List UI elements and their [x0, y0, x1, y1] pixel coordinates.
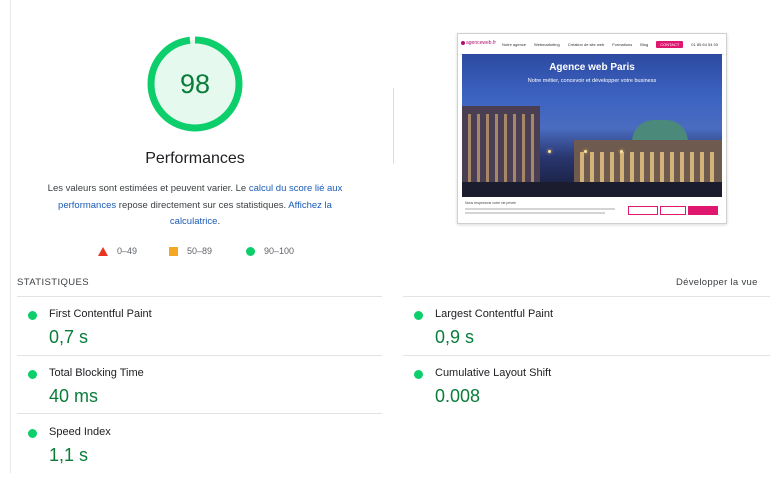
legend-range: 0–49: [117, 246, 138, 256]
preview-text-line: [465, 208, 615, 210]
legend-range: 90–100: [264, 246, 295, 256]
metric-name: Cumulative Layout Shift: [435, 367, 552, 379]
legend-item-average: 50–89: [169, 244, 212, 258]
status-good-icon: [28, 429, 37, 438]
metric-speed-index: Speed Index 1,1 s: [28, 425, 368, 483]
gauge-title: Performances: [145, 150, 245, 167]
vertical-divider: [393, 88, 394, 164]
preview-logo: agenceweb.fr: [466, 40, 497, 46]
preview-nav: Notre agence Webmarketing Création de si…: [502, 41, 718, 48]
metric-name: Largest Contentful Paint: [435, 308, 554, 320]
preview-cookie-accept-button: [688, 206, 718, 215]
expand-view-toggle[interactable]: Développer la vue: [676, 277, 758, 288]
left-panel-edge: [0, 0, 11, 473]
metric-cumulative-layout-shift: Cumulative Layout Shift 0.008: [414, 366, 754, 424]
page-screenshot-preview[interactable]: agenceweb.fr Notre agence Webmarketing C…: [457, 33, 727, 224]
metric-value: 1,1 s: [49, 445, 89, 465]
metric-value: 0.008: [435, 386, 481, 406]
preview-opera-dome: [632, 120, 688, 142]
stats-heading: STATISTIQUES: [17, 277, 90, 288]
preview-cookie-button: [628, 206, 658, 215]
preview-hero-image: Agence web Paris Notre métier, concevoir…: [462, 54, 722, 197]
preview-text-line: [465, 212, 605, 214]
status-good-icon: [28, 311, 37, 320]
preview-nav-item: Blog: [640, 42, 649, 47]
preview-hero-subtitle: Notre métier, concevoir et développer vo…: [527, 78, 657, 84]
metric-largest-contentful-paint: Largest Contentful Paint 0,9 s: [414, 307, 754, 365]
street-lamp: [620, 150, 623, 153]
divider: [403, 296, 770, 297]
preview-nav-item: Formations: [612, 42, 633, 47]
metric-total-blocking-time: Total Blocking Time 40 ms: [28, 366, 368, 424]
status-good-icon: [414, 311, 423, 320]
preview-nav-item: Webmarketing: [534, 42, 560, 47]
preview-cookie-banner: Nous respectons votre vie privée: [458, 197, 726, 223]
metric-value: 40 ms: [49, 386, 99, 406]
metric-value: 0,9 s: [435, 327, 475, 347]
desc-text-2: repose directement sur ces statistiques.: [116, 199, 289, 211]
metric-name: Total Blocking Time: [49, 367, 144, 379]
score-description: Les valeurs sont estimées et peuvent var…: [45, 181, 345, 231]
triangle-icon: [98, 246, 108, 256]
street-lamp: [548, 150, 551, 153]
metric-name: Speed Index: [49, 426, 111, 438]
legend-item-pass: 90–100: [246, 244, 294, 258]
circle-icon: [246, 246, 255, 256]
preview-phone: 01 85 64 54 93: [691, 42, 718, 47]
status-good-icon: [28, 370, 37, 379]
divider: [17, 296, 382, 297]
preview-hero-title: Agence web Paris: [549, 62, 635, 73]
metric-first-contentful-paint: First Contentful Paint 0,7 s: [28, 307, 368, 365]
preview-header: agenceweb.fr Notre agence Webmarketing C…: [458, 34, 726, 55]
preview-street: [462, 182, 722, 197]
metric-name: First Contentful Paint: [49, 308, 152, 320]
legend-range: 50–89: [187, 246, 213, 256]
performance-gauge[interactable]: 98: [145, 34, 245, 134]
performance-score: 98: [179, 69, 211, 99]
preview-nav-item: Notre agence: [502, 42, 527, 47]
desc-text-3: .: [217, 216, 221, 227]
logo-icon: [461, 41, 465, 45]
desc-text-1: Les valeurs sont estimées et peuvent var…: [47, 183, 249, 194]
status-good-icon: [414, 370, 423, 379]
preview-cookie-button: [660, 206, 686, 215]
preview-nav-item: Création de site web: [567, 42, 605, 47]
metric-value: 0,7 s: [49, 327, 89, 347]
preview-contact-button: CONTACT: [656, 41, 684, 48]
preview-cookie-title: Nous respectons votre vie privée: [465, 201, 516, 205]
square-icon: [169, 246, 178, 256]
street-lamp: [584, 150, 587, 153]
legend-item-fail: 0–49: [98, 244, 137, 258]
